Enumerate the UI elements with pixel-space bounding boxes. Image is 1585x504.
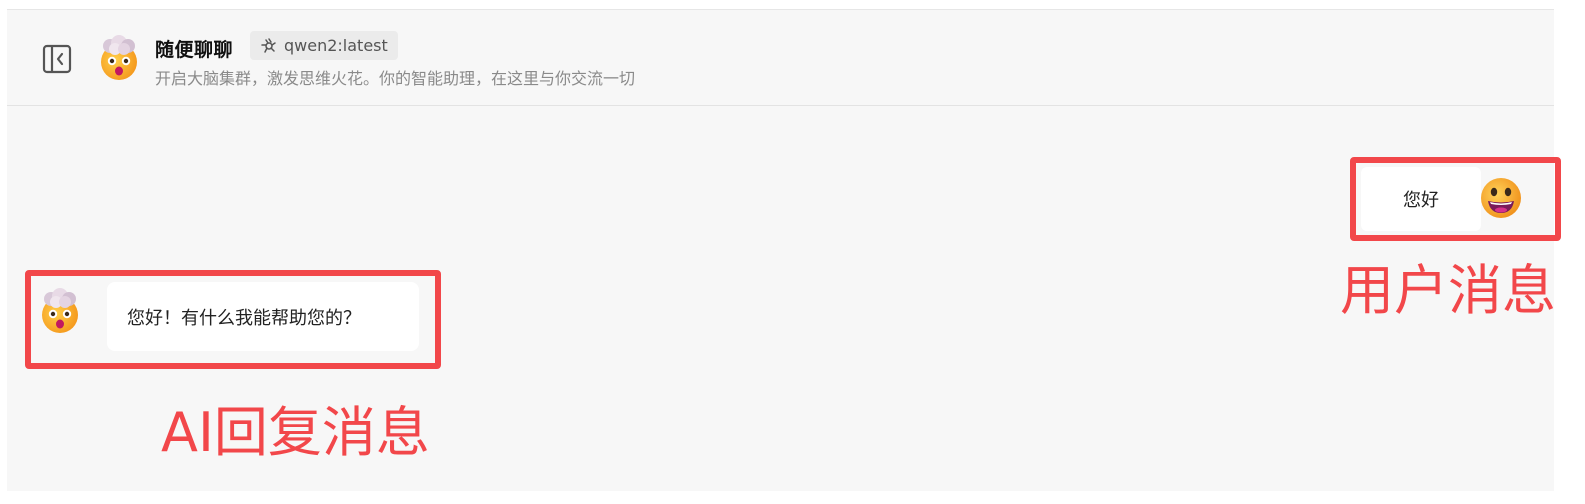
chat-app: 随便聊聊 qwen2:latest 开启大脑集群，激发思维火花。你的智能助理，在… xyxy=(7,9,1561,491)
ai-message-annotation: AI回复消息 xyxy=(161,401,430,464)
model-tag-label: qwen2:latest xyxy=(284,36,388,55)
mind-blown-emoji-icon xyxy=(42,288,78,333)
user-message-text: 您好 xyxy=(1403,190,1439,211)
ai-message-text: 您好！有什么我能帮助您的？ xyxy=(127,307,361,329)
chat-header: 随便聊聊 qwen2:latest 开启大脑集群，激发思维火花。你的智能助理，在… xyxy=(7,10,1554,106)
grinning-emoji-icon xyxy=(1481,178,1521,218)
user-message-annotation: 用户消息 xyxy=(1340,259,1556,322)
assistant-avatar xyxy=(96,35,142,81)
assistant-message-avatar xyxy=(37,288,83,334)
chat-title: 随便聊聊 xyxy=(155,39,234,61)
user-avatar xyxy=(1479,176,1523,220)
ai-message-bubble: 您好！有什么我能帮助您的？ xyxy=(107,282,419,351)
chat-subtitle: 开启大脑集群，激发思维火花。你的智能助理，在这里与你交流一切 xyxy=(155,69,636,88)
sidebar-toggle-icon xyxy=(42,44,72,74)
message-list: 您好 用户消息 您好！有什么我能帮助您的？ AI回复消息 xyxy=(7,106,1561,491)
ollama-model-icon xyxy=(261,37,276,53)
mind-blown-emoji-icon xyxy=(101,35,137,80)
model-tag[interactable]: qwen2:latest xyxy=(250,31,398,60)
sidebar-toggle-button[interactable] xyxy=(41,43,73,75)
user-message-bubble: 您好 xyxy=(1361,167,1481,231)
